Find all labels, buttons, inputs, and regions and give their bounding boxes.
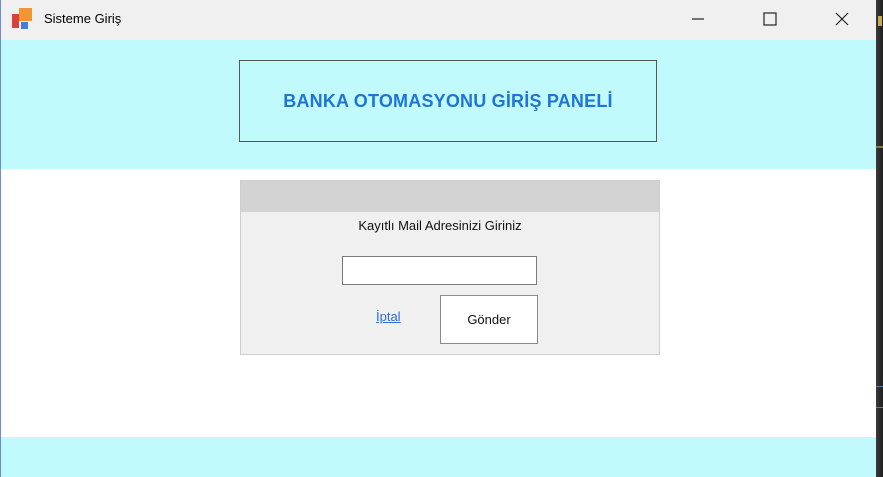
login-window: Sisteme Giriş BANKA OTOMASYONU GİRİŞ PAN… [0, 0, 876, 477]
footer-band [1, 437, 876, 477]
cancel-link[interactable]: İptal [376, 309, 401, 324]
close-button[interactable] [819, 0, 865, 38]
panel-header [241, 181, 659, 212]
background-window-edge [876, 0, 883, 477]
email-label: Kayıtlı Mail Adresinizi Giriniz [358, 218, 522, 233]
header-band: BANKA OTOMASYONU GİRİŞ PANELİ [1, 40, 876, 169]
email-input[interactable] [342, 256, 537, 285]
maximize-icon [763, 12, 777, 26]
app-logo-icon [12, 8, 34, 30]
close-icon [835, 12, 849, 26]
page-title: BANKA OTOMASYONU GİRİŞ PANELİ [283, 90, 613, 111]
email-panel: Kayıtlı Mail Adresinizi Giriniz İptal Gö… [240, 180, 660, 355]
header-box: BANKA OTOMASYONU GİRİŞ PANELİ [239, 60, 657, 142]
minimize-icon [692, 18, 704, 20]
minimize-button[interactable] [675, 0, 721, 38]
maximize-button[interactable] [747, 0, 793, 38]
title-bar[interactable]: Sisteme Giriş [1, 0, 876, 40]
window-title: Sisteme Giriş [44, 11, 122, 26]
send-button[interactable]: Gönder [440, 295, 538, 344]
